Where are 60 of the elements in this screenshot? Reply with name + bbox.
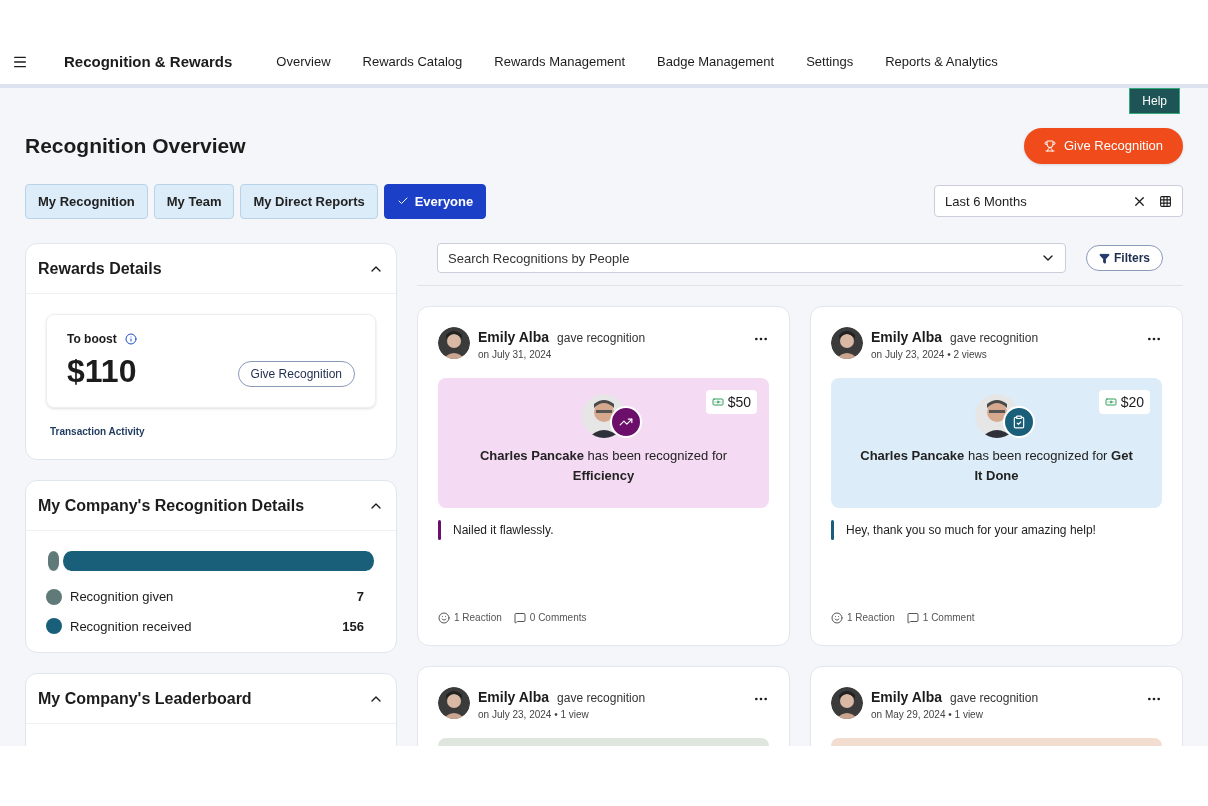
filter-tab[interactable]: My Recognition	[25, 183, 148, 219]
cash-icon	[711, 396, 724, 408]
reactions-link[interactable]: 1 Reaction	[438, 610, 502, 625]
calendar-icon[interactable]	[1159, 194, 1172, 208]
section-title: My Company's Recognition Details	[38, 495, 305, 516]
award-sentence: Charles Pancake has been recognized for Efficiency	[478, 447, 729, 485]
giver-name[interactable]: Emily Alba	[871, 327, 943, 347]
filter-tab[interactable]: My Team	[153, 183, 235, 219]
app-title: Recognition & Rewards	[64, 51, 233, 72]
message-text: Nailed it flawlessly.	[453, 522, 554, 538]
nav-link[interactable]: Overview	[276, 52, 331, 72]
giver-name[interactable]: Emily Alba	[871, 687, 943, 707]
comments-link[interactable]: 0 Comments	[513, 610, 587, 625]
card-meta: on July 31, 2024	[478, 348, 553, 362]
info-icon[interactable]	[124, 333, 137, 345]
card-meta: on May 29, 2024 • 1 view	[871, 708, 984, 722]
section-title: Rewards Details	[38, 258, 162, 279]
filter-tab[interactable]: My Direct Reports	[240, 183, 378, 219]
comment-icon	[513, 611, 526, 624]
legend-label: Recognition received	[70, 617, 193, 636]
filters-button[interactable]: Filters	[1086, 245, 1163, 271]
action-text: gave recognition	[557, 330, 646, 346]
help-button[interactable]: Help	[1129, 88, 1180, 114]
trophy-icon	[1044, 139, 1056, 152]
comment-icon	[906, 611, 919, 624]
filter-icon	[1099, 252, 1110, 264]
nav-link[interactable]: Rewards Management	[494, 52, 626, 72]
card-meta: on July 23, 2024 • 1 view	[478, 708, 590, 722]
legend-value: 7	[356, 588, 364, 606]
transaction-link[interactable]: Transaction Activity	[50, 424, 376, 439]
reactions-link[interactable]: 1 Reaction	[831, 610, 895, 625]
filter-tab[interactable]: Everyone	[383, 183, 487, 219]
legend-label: Recognition given	[70, 588, 175, 606]
nav-link[interactable]: Badge Management	[657, 52, 775, 72]
amount-tag: $50	[705, 390, 757, 414]
date-range-field[interactable]: Last 6 Months	[934, 185, 1183, 218]
message-text: Hey, thank you so much for your amazing help!	[846, 522, 1096, 538]
action-text: gave recognition	[950, 330, 1039, 346]
boost-amount: $110	[67, 352, 137, 391]
giver-name[interactable]: Emily Alba	[478, 687, 550, 707]
legend-value: 156	[342, 617, 364, 636]
boost-label: To boost	[67, 331, 117, 347]
smiley-icon	[831, 611, 843, 624]
action-text: gave recognition	[557, 690, 646, 706]
nav-link[interactable]: Settings	[806, 52, 854, 72]
comments-link[interactable]: 1 Comment	[906, 610, 975, 625]
page-title: Recognition Overview	[25, 133, 246, 159]
nav-link[interactable]: Reports & Analytics	[885, 52, 998, 72]
card-meta: on July 23, 2024 • 2 views	[871, 348, 988, 362]
section-title: My Company's Leaderboard	[38, 688, 252, 709]
menu-icon[interactable]	[12, 54, 28, 70]
give-recognition-button[interactable]: Give Recognition	[1024, 128, 1183, 164]
smiley-icon	[438, 611, 450, 624]
nav-link[interactable]: Rewards Catalog	[362, 52, 463, 72]
award-sentence: Charles Pancake has been recognized for Get It Done	[859, 447, 1134, 485]
amount-tag: $20	[1098, 390, 1150, 414]
cash-icon	[1104, 396, 1117, 408]
search-field[interactable]: Search Recognitions by People	[437, 243, 1066, 273]
giver-name[interactable]: Emily Alba	[478, 327, 550, 347]
action-text: gave recognition	[950, 690, 1039, 706]
